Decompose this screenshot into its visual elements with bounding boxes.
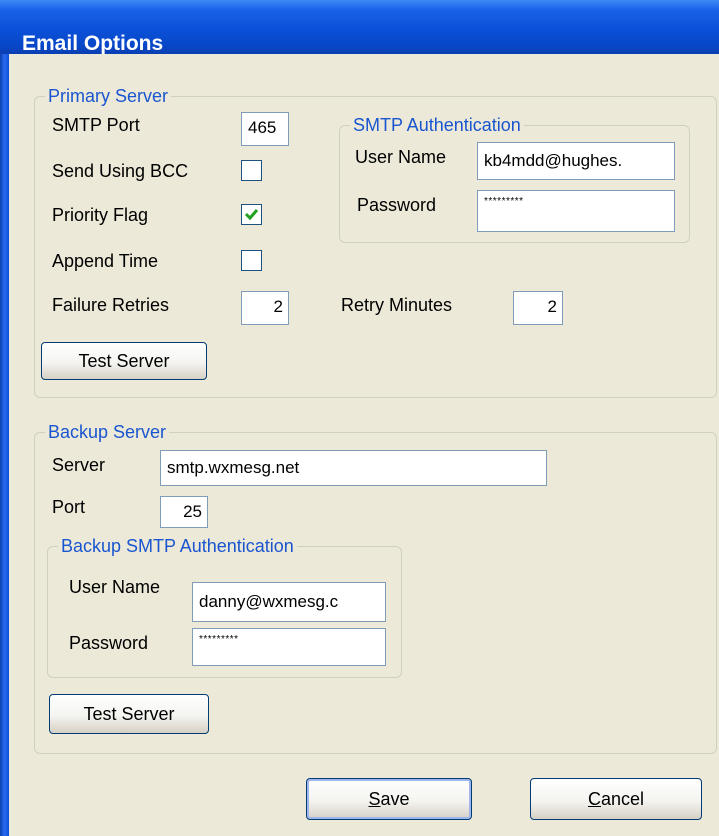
- email-options-dialog: Email Options Primary Server SMTP Port 4…: [0, 0, 719, 836]
- primary-server-group-title: Primary Server: [45, 85, 172, 107]
- save-label-rest: ave: [380, 789, 410, 809]
- check-icon: [244, 209, 259, 221]
- window-title: Email Options: [22, 32, 164, 55]
- backup-port-label: Port: [52, 497, 86, 517]
- test-backup-server-button[interactable]: Test Server: [49, 694, 209, 734]
- failure-retries-input[interactable]: 2: [241, 291, 289, 325]
- backup-user-name-label: User Name: [69, 577, 161, 597]
- backup-server-group-title: Backup Server: [45, 421, 170, 443]
- backup-smtp-authentication-group-title: Backup SMTP Authentication: [58, 535, 297, 557]
- priority-flag-checkbox[interactable]: [241, 204, 262, 225]
- smtp-port-input[interactable]: 465: [241, 112, 289, 146]
- backup-port-input[interactable]: 25: [160, 496, 208, 528]
- backup-password-input[interactable]: *********: [192, 628, 386, 666]
- primary-user-name-input[interactable]: kb4mdd@hughes.: [477, 142, 675, 180]
- send-bcc-checkbox[interactable]: [241, 160, 262, 181]
- backup-user-name-input[interactable]: danny@wxmesg.c: [192, 582, 386, 622]
- primary-password-input[interactable]: *********: [477, 190, 675, 232]
- save-button[interactable]: Save: [306, 778, 472, 820]
- priority-flag-label: Priority Flag: [52, 205, 149, 225]
- primary-user-name-label: User Name: [355, 147, 447, 167]
- smtp-port-label: SMTP Port: [52, 115, 140, 135]
- send-bcc-label: Send Using BCC: [52, 161, 189, 181]
- save-mnemonic: S: [368, 789, 381, 809]
- test-primary-server-label: Test Server: [78, 351, 170, 371]
- retry-minutes-input[interactable]: 2: [513, 291, 563, 325]
- backup-server-label: Server: [52, 455, 106, 475]
- window-frame: [0, 54, 9, 836]
- append-time-label: Append Time: [52, 251, 159, 271]
- failure-retries-label: Failure Retries: [52, 295, 170, 315]
- cancel-button-label: Cancel: [588, 779, 644, 819]
- dialog-body: Primary Server SMTP Port 465 Send Using …: [9, 54, 719, 836]
- title-bar[interactable]: Email Options: [0, 0, 719, 55]
- test-backup-server-label: Test Server: [83, 704, 175, 724]
- save-button-label: Save: [368, 779, 409, 819]
- test-primary-server-button[interactable]: Test Server: [41, 342, 207, 380]
- cancel-button[interactable]: Cancel: [530, 778, 702, 820]
- smtp-authentication-group-title: SMTP Authentication: [350, 114, 524, 136]
- append-time-checkbox[interactable]: [241, 250, 262, 271]
- backup-server-input[interactable]: smtp.wxmesg.net: [160, 450, 547, 486]
- primary-password-label: Password: [357, 195, 437, 215]
- cancel-mnemonic: C: [587, 789, 601, 809]
- retry-minutes-label: Retry Minutes: [341, 295, 453, 315]
- cancel-label-rest: ancel: [600, 789, 645, 809]
- backup-password-label: Password: [69, 633, 149, 653]
